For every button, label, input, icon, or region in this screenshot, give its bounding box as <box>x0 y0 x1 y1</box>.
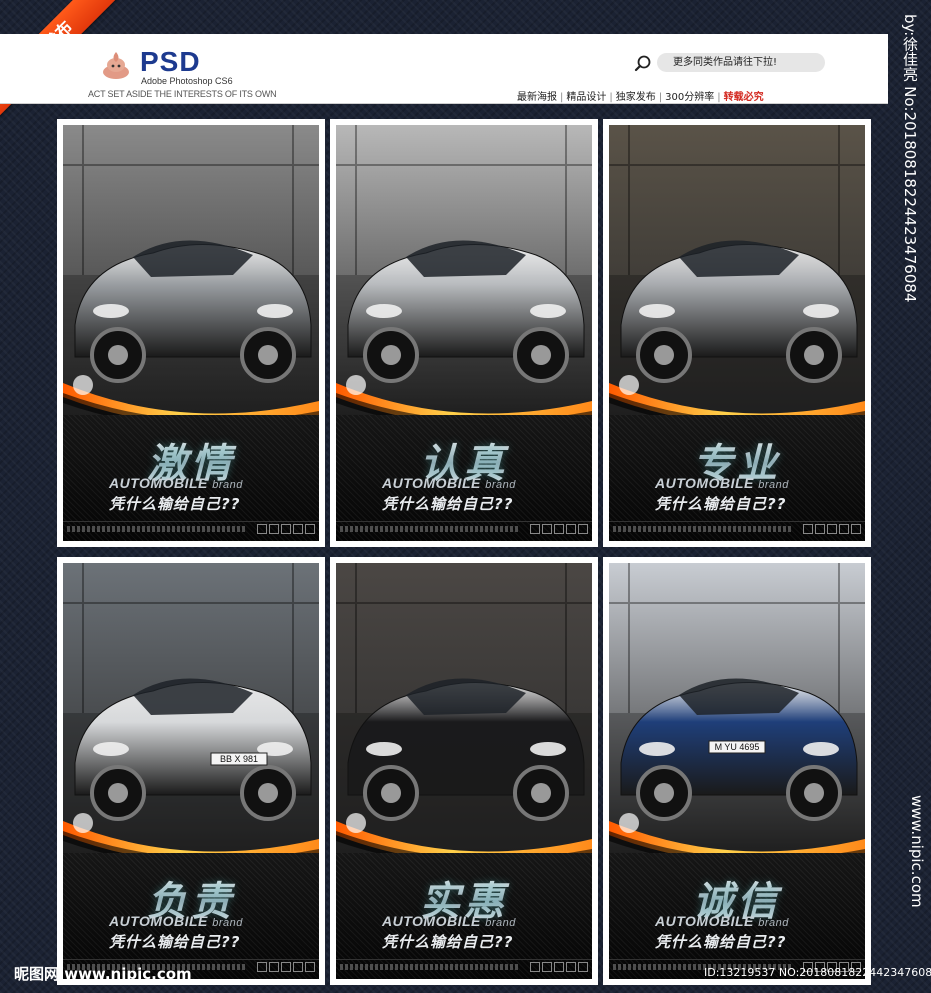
brand-text: AUTOMOBILE <box>655 475 754 491</box>
nav-item: 独家发布 <box>615 92 656 103</box>
nav-line: 最新海报 | 精品设计 | 独家发布 | 300分辨率 | 转载必究 <box>517 92 764 103</box>
bottom-logo: 昵图网 www.nipic.com <box>14 965 192 983</box>
poster-footer <box>336 521 592 535</box>
psd-subtitle: Adobe Photoshop CS6 <box>141 76 233 86</box>
logo-icon <box>103 52 129 79</box>
poster-inner: 激情 AUTOMOBILE brand 凭什么输给自己?? <box>63 125 319 541</box>
poster-inner: M YU 4695 诚信 AUTOMOBILE brand 凭什么输给自己?? <box>609 563 865 979</box>
footer-icon <box>305 962 315 972</box>
header-bar: PSD Adobe Photoshop CS6 ACT SET ASIDE TH… <box>0 34 888 104</box>
nav-item: 精品设计 <box>566 92 607 103</box>
slogan: 凭什么输给自己?? <box>655 933 787 951</box>
footer-icon <box>803 524 813 534</box>
footer-icon <box>578 524 588 534</box>
poster-inner: 实惠 AUTOMOBILE brand 凭什么输给自己?? <box>336 563 592 979</box>
poster-card: BB X 981 负责 AUTOMOBILE brand 凭什么输给自己?? <box>57 557 325 985</box>
bottom-id: ID:13219537 NO:20180818224423476084 <box>704 966 931 979</box>
fine-print <box>340 964 520 970</box>
fine-print <box>340 526 520 532</box>
tagline: ACT SET ASIDE THE INTERESTS OF ITS OWN <box>88 89 277 99</box>
footer-icon <box>815 524 825 534</box>
footer-icon <box>542 524 552 534</box>
brand-small: brand <box>485 479 516 491</box>
footer-icons <box>803 524 861 534</box>
footer-icon <box>293 524 303 534</box>
footer-icons <box>257 962 315 972</box>
poster-footer <box>336 959 592 973</box>
brand-text: AUTOMOBILE <box>382 475 481 491</box>
license-plate: M YU 4695 <box>708 740 766 754</box>
footer-icon <box>257 962 267 972</box>
brand-small: brand <box>758 917 789 929</box>
search-hint[interactable]: 更多同类作品请往下拉! <box>657 53 825 72</box>
brand-small: brand <box>212 479 243 491</box>
search-icon[interactable] <box>634 54 652 72</box>
footer-icon <box>530 524 540 534</box>
slogan: 凭什么输给自己?? <box>382 495 514 513</box>
brand-small: brand <box>212 917 243 929</box>
psd-title: PSD <box>140 46 201 77</box>
slogan: 凭什么输给自己?? <box>109 495 241 513</box>
brand-line: AUTOMOBILE brand <box>655 913 865 929</box>
footer-icon <box>530 962 540 972</box>
brand-line: AUTOMOBILE brand <box>109 913 319 929</box>
brand-text: AUTOMOBILE <box>109 913 208 929</box>
vertical-watermark: by:徐佳亮 No:20180818224423476084 <box>901 14 919 303</box>
footer-icon <box>305 524 315 534</box>
footer-icons <box>257 524 315 534</box>
brand-line: AUTOMOBILE brand <box>109 475 319 491</box>
footer-icon <box>566 962 576 972</box>
footer-icons <box>530 524 588 534</box>
footer-icon <box>257 524 267 534</box>
footer-icon <box>851 524 861 534</box>
fine-print <box>67 526 247 532</box>
nav-item: 最新海报 <box>517 92 557 103</box>
plate-text: M YU 4695 <box>715 742 760 752</box>
slogan: 凭什么输给自己?? <box>109 933 241 951</box>
footer-icon <box>293 962 303 972</box>
footer-icon <box>554 524 564 534</box>
brand-small: brand <box>485 917 516 929</box>
poster-card: 激情 AUTOMOBILE brand 凭什么输给自己?? <box>57 119 325 547</box>
brand-small: brand <box>758 479 789 491</box>
footer-icon <box>566 524 576 534</box>
plate-text: BB X 981 <box>220 754 258 764</box>
slogan: 凭什么输给自己?? <box>382 933 514 951</box>
poster-card: 专业 AUTOMOBILE brand 凭什么输给自己?? <box>603 119 871 547</box>
footer-icons <box>530 962 588 972</box>
footer-icon <box>269 524 279 534</box>
footer-icon <box>578 962 588 972</box>
footer-icon <box>542 962 552 972</box>
poster-inner: 专业 AUTOMOBILE brand 凭什么输给自己?? <box>609 125 865 541</box>
nav-item: 300分辨率 <box>665 92 715 103</box>
brand-text: AUTOMOBILE <box>382 913 481 929</box>
vertical-site: www.nipic.com <box>908 795 926 908</box>
footer-icon <box>269 962 279 972</box>
brand-line: AUTOMOBILE brand <box>655 475 865 491</box>
fine-print <box>613 526 793 532</box>
poster-card: 认真 AUTOMOBILE brand 凭什么输给自己?? <box>330 119 598 547</box>
license-plate: BB X 981 <box>210 752 268 766</box>
brand-line: AUTOMOBILE brand <box>382 475 592 491</box>
slogan: 凭什么输给自己?? <box>655 495 787 513</box>
footer-icon <box>281 524 291 534</box>
poster-card: M YU 4695 诚信 AUTOMOBILE brand 凭什么输给自己?? <box>603 557 871 985</box>
nav-highlight: 转载必究 <box>723 92 764 103</box>
brand-text: AUTOMOBILE <box>655 913 754 929</box>
poster-inner: 认真 AUTOMOBILE brand 凭什么输给自己?? <box>336 125 592 541</box>
poster-footer <box>63 521 319 535</box>
poster-footer <box>609 521 865 535</box>
footer-icon <box>554 962 564 972</box>
brand-text: AUTOMOBILE <box>109 475 208 491</box>
brand-line: AUTOMOBILE brand <box>382 913 592 929</box>
poster-card: 实惠 AUTOMOBILE brand 凭什么输给自己?? <box>330 557 598 985</box>
footer-icon <box>281 962 291 972</box>
footer-icon <box>839 524 849 534</box>
footer-icon <box>827 524 837 534</box>
poster-inner: BB X 981 负责 AUTOMOBILE brand 凭什么输给自己?? <box>63 563 319 979</box>
